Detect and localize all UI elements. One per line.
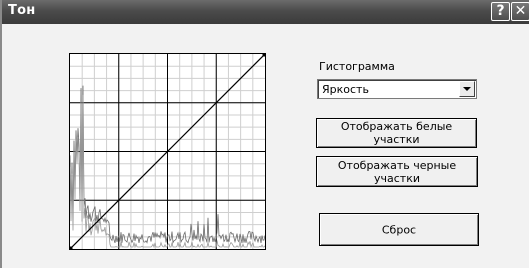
show-white-areas-button[interactable]: Отображать белые участки [316, 118, 477, 148]
tone-curve-graph [70, 54, 265, 249]
title-bar[interactable]: Тон ? ✕ [2, 0, 529, 24]
reset-button[interactable]: Сброс [319, 213, 479, 246]
show-white-areas-label: Отображать белые участки [340, 120, 453, 146]
tone-curve-editor[interactable] [69, 53, 266, 250]
tone-dialog: Тон ? ✕ Гистограмма Яркость Отображать б… [0, 0, 529, 268]
show-black-areas-button[interactable]: Отображать черные участки [316, 156, 478, 187]
close-button[interactable]: ✕ [511, 2, 529, 21]
histogram-label: Гистограмма [319, 60, 395, 73]
curve-control-point[interactable] [70, 246, 73, 250]
chevron-down-icon[interactable] [459, 81, 475, 97]
help-button[interactable]: ? [491, 2, 510, 21]
window-title: Тон [8, 3, 36, 18]
histogram-channel-value: Яркость [322, 83, 369, 96]
close-icon: ✕ [514, 3, 527, 19]
show-black-areas-label: Отображать черные участки [337, 158, 457, 185]
reset-label: Сброс [381, 223, 417, 236]
histogram-channel-select[interactable]: Яркость [317, 79, 477, 99]
curve-control-point[interactable] [262, 54, 266, 57]
help-icon: ? [496, 3, 505, 19]
